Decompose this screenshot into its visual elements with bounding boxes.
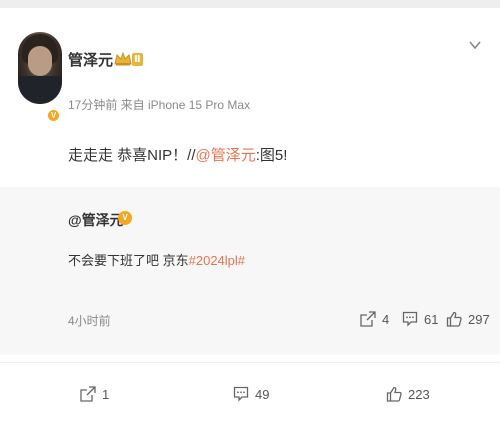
level-badge: Ⅱ [132,53,143,66]
share-icon [80,386,96,402]
comment-button[interactable]: 49 [233,382,269,406]
hashtag-link[interactable]: #2024lpl# [189,253,245,268]
repost-share-count: 4 [382,311,390,327]
like-icon [446,311,462,327]
repost-like-button[interactable]: 297 [446,308,490,330]
avatar[interactable] [18,32,62,104]
like-button[interactable]: 223 [386,382,430,406]
repost-comment-button[interactable]: 61 [402,308,438,330]
repost-comment-count: 61 [424,311,439,327]
repost-share-button[interactable]: 4 [360,308,389,330]
comment-icon [233,386,249,402]
repost-verified-badge: V [118,211,132,225]
repost-like-count: 297 [468,311,490,327]
repost-author[interactable]: @管泽元 [68,210,124,230]
share-button[interactable]: 1 [80,382,109,406]
share-icon [360,311,376,327]
comment-count: 49 [255,386,270,402]
author-name[interactable]: 管泽元 [68,49,113,70]
share-count: 1 [102,386,110,402]
post-meta: 17分钟前 来自 iPhone 15 Pro Max [68,98,251,112]
like-icon [386,386,402,402]
post-text-prefix: 走走走 恭喜NIP！// [68,147,196,164]
chevron-down-icon[interactable] [469,40,481,50]
repost-text-prefix: 不会要下班了吧 京东 [68,253,189,268]
like-count: 223 [408,386,430,402]
post-text-suffix: :图5! [255,147,288,164]
repost-text: 不会要下班了吧 京东#2024lpl# [68,250,245,269]
divider [0,362,500,363]
verified-badge: V [46,108,61,123]
post-text: 走走走 恭喜NIP！//@管泽元:图5! [68,144,287,165]
crown-icon [114,52,132,66]
comment-icon [402,311,418,327]
repost-time: 4小时前 [68,314,111,328]
mention-link[interactable]: @管泽元 [196,147,256,164]
